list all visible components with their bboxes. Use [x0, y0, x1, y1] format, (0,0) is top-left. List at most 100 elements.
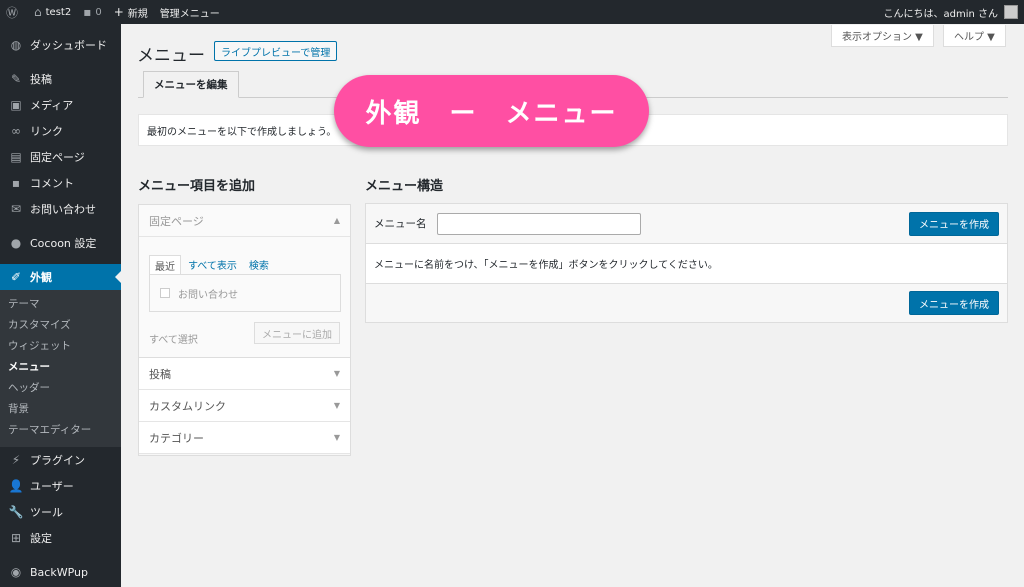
settings-icon: ⊞: [10, 531, 22, 545]
sidebar-item-label: ツール: [30, 506, 63, 519]
sidebar-item-appearance[interactable]: ✐ 外観: [0, 264, 121, 290]
avatar: [1004, 5, 1018, 19]
menu-structure-panel: メニュー名 メニューを作成 メニューに名前をつけ、「メニューを作成」ボタンをクリ…: [365, 203, 1008, 323]
menu-structure-heading: メニュー構造: [365, 179, 444, 194]
sidebar-item-media[interactable]: ▣ メディア: [0, 92, 121, 118]
comment-icon: ▪: [11, 176, 21, 190]
wordpress-logo-icon: Ⓦ: [6, 5, 19, 20]
user-icon: 👤: [8, 479, 24, 493]
home-icon: ⌂: [34, 5, 42, 19]
page-icon: ▤: [10, 150, 22, 164]
tab-search[interactable]: 検索: [244, 255, 274, 275]
media-icon: ▣: [10, 98, 22, 112]
submenu-item-theme-editor[interactable]: テーマエディター: [0, 420, 121, 441]
pages-checklist: お問い合わせ: [149, 274, 341, 312]
sidebar-item-settings[interactable]: ⊞ 設定: [0, 525, 121, 551]
screen-options-button[interactable]: 表示オプション ▼: [831, 25, 934, 47]
accordion-pages[interactable]: 固定ページ ▲: [139, 205, 350, 237]
create-menu-button[interactable]: メニューを作成: [909, 211, 999, 236]
admin-sidebar: ◍ ダッシュボード ✎ 投稿 ▣ メディア ∞ リンク ▤ 固定ページ ▪ コメント ✉ お問…: [0, 24, 121, 587]
submenu-item-header[interactable]: ヘッダー: [0, 378, 121, 399]
submenu-item-themes[interactable]: テーマ: [0, 294, 121, 315]
accordion-label: カテゴリー: [149, 431, 204, 445]
comment-bubble-icon: ▪: [83, 5, 92, 19]
menu-name-label: メニュー名: [374, 218, 427, 230]
sidebar-item-label: Cocoon 設定: [30, 237, 97, 250]
tab-edit-menus[interactable]: メニューを編集: [143, 71, 239, 98]
sidebar-item-contact[interactable]: ✉ お問い合わせ: [0, 196, 121, 222]
submenu-item-widgets[interactable]: ウィジェット: [0, 336, 121, 357]
dashboard-icon: ◍: [10, 38, 22, 52]
page-item-label: お問い合わせ: [178, 289, 238, 301]
tab-view-all[interactable]: すべて表示: [183, 255, 242, 275]
account-menu[interactable]: こんにちは、admin さん: [883, 5, 1024, 20]
pages-panel: 最近 すべて表示 検索 お問い合わせ すべて選択 メニューに追加: [139, 237, 350, 358]
sidebar-item-backwpup[interactable]: ◉ BackWPup: [0, 559, 121, 585]
submenu-item-menus[interactable]: メニュー: [0, 357, 121, 378]
comments-count: 0: [95, 6, 102, 18]
sidebar-item-links[interactable]: ∞ リンク: [0, 118, 121, 144]
site-name: test2: [45, 6, 72, 18]
admin-menu-link[interactable]: 管理メニュー: [154, 0, 226, 24]
accordion-categories[interactable]: カテゴリー ▼: [139, 422, 350, 454]
tab-recent[interactable]: 最近: [149, 255, 181, 275]
submenu-item-customize[interactable]: カスタマイズ: [0, 315, 121, 336]
brush-icon: ✐: [10, 270, 22, 284]
instructions-text: メニューに名前をつけ、「メニューを作成」ボタンをクリックしてください。: [374, 260, 718, 271]
sidebar-item-plugins[interactable]: ⚡ プラグイン: [0, 447, 121, 473]
wrench-icon: 🔧: [8, 505, 24, 519]
link-icon: ∞: [11, 124, 21, 138]
sidebar-item-label: 投稿: [30, 73, 52, 86]
sidebar-item-cocoon[interactable]: ● Cocoon 設定: [0, 230, 121, 256]
sidebar-item-label: ダッシュボード: [30, 39, 107, 52]
add-items-accordion: 固定ページ ▲ 最近 すべて表示 検索 お問い合わせ すべて選択 メニューに追加…: [138, 204, 351, 456]
plus-icon: +: [113, 5, 124, 19]
comments-link[interactable]: ▪ 0: [77, 0, 108, 24]
sidebar-item-label: ユーザー: [30, 480, 74, 493]
live-preview-button[interactable]: ライブプレビューで管理: [214, 41, 338, 61]
accordion-custom-links[interactable]: カスタムリンク ▼: [139, 390, 350, 422]
add-items-heading: メニュー項目を追加: [138, 179, 256, 194]
admin-menu-label: 管理メニュー: [159, 8, 220, 20]
circle-icon: ●: [10, 236, 22, 250]
sidebar-item-label: 固定ページ: [30, 151, 85, 164]
admin-bar: Ⓦ ⌂ test2 ▪ 0 + 新規 管理メニュー こんにちは、admin さん: [0, 0, 1024, 24]
backwpup-icon: ◉: [10, 565, 22, 579]
accordion-label: カスタムリンク: [149, 399, 226, 413]
sidebar-item-users[interactable]: 👤 ユーザー: [0, 473, 121, 499]
site-name-link[interactable]: ⌂ test2: [28, 0, 77, 24]
main-content: 表示オプション ▼ ヘルプ ▼ メニュー ライブプレビューで管理 メニューを編集…: [121, 24, 1024, 587]
sidebar-item-pages[interactable]: ▤ 固定ページ: [0, 144, 121, 170]
create-menu-button-bottom[interactable]: メニューを作成: [909, 291, 999, 315]
accordion-label: 固定ページ: [149, 214, 204, 228]
chevron-down-icon: ▼: [333, 369, 340, 378]
pages-tabs: 最近 すべて表示 検索: [149, 255, 276, 275]
sidebar-item-label: 外観: [30, 271, 52, 284]
sidebar-item-dashboard[interactable]: ◍ ダッシュボード: [0, 32, 121, 58]
help-button[interactable]: ヘルプ ▼: [943, 25, 1006, 47]
sidebar-item-label: BackWPup: [30, 565, 88, 579]
accordion-posts[interactable]: 投稿 ▼: [139, 358, 350, 390]
title-banner: 外観 ー メニュー: [334, 75, 649, 147]
submenu-item-background[interactable]: 背景: [0, 399, 121, 420]
chevron-down-icon: ▼: [333, 433, 340, 442]
plugin-icon: ⚡: [11, 453, 21, 467]
menu-footer: メニューを作成: [366, 284, 1007, 322]
chevron-down-icon: ▼: [333, 401, 340, 410]
greeting: こんにちは、admin さん: [883, 8, 998, 20]
menu-instructions: メニューに名前をつけ、「メニューを作成」ボタンをクリックしてください。: [366, 244, 1007, 284]
sidebar-item-posts[interactable]: ✎ 投稿: [0, 66, 121, 92]
new-label: 新規: [127, 8, 148, 20]
sidebar-item-label: プラグイン: [30, 454, 85, 467]
add-to-menu-button[interactable]: メニューに追加: [254, 322, 340, 344]
sidebar-item-label: コメント: [30, 177, 74, 190]
select-all-link[interactable]: すべて選択: [149, 331, 198, 346]
sidebar-item-tools[interactable]: 🔧 ツール: [0, 499, 121, 525]
page-checkbox[interactable]: [160, 288, 170, 298]
sidebar-item-label: 設定: [30, 532, 52, 545]
appearance-submenu: テーマ カスタマイズ ウィジェット メニュー ヘッダー 背景 テーマエディター: [0, 290, 121, 447]
menu-name-input[interactable]: [436, 212, 641, 235]
sidebar-item-comments[interactable]: ▪ コメント: [0, 170, 121, 196]
new-content-link[interactable]: + 新規: [108, 0, 154, 24]
wp-logo-button[interactable]: Ⓦ: [0, 0, 28, 24]
